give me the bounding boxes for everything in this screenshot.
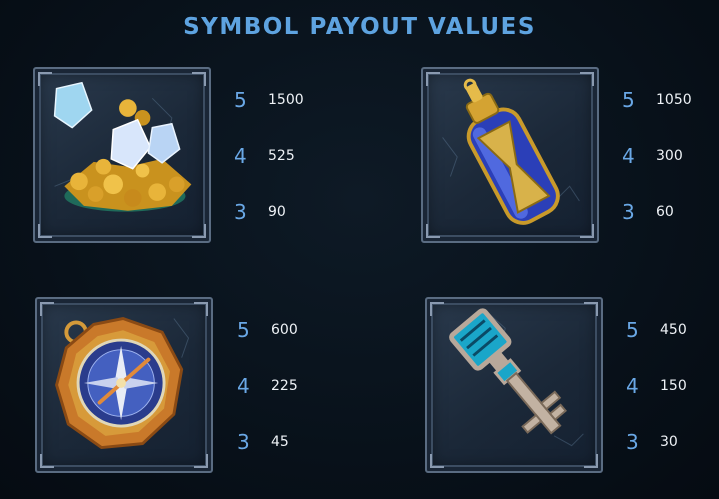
payout-row: 3 30	[626, 430, 716, 454]
symbol-frame-hourglass-bottle	[421, 67, 599, 243]
symbol-frame-gold-crystals	[33, 67, 211, 243]
symbol-count: 4	[626, 374, 639, 398]
compass-icon	[55, 317, 184, 450]
payout-value: 60	[656, 204, 674, 220]
payout-row: 4 225	[237, 374, 327, 398]
payout-row: 5 600	[237, 318, 327, 342]
payout-value: 525	[268, 148, 295, 164]
symbol-frame-compass	[35, 297, 213, 473]
payout-value: 300	[656, 148, 683, 164]
symbol-count: 5	[622, 88, 635, 112]
payout-value: 150	[660, 378, 687, 394]
payout-value: 45	[271, 434, 289, 450]
symbol-count: 5	[234, 88, 247, 112]
payout-row: 3 90	[234, 200, 324, 224]
payout-value: 225	[271, 378, 298, 394]
symbol-count: 4	[237, 374, 250, 398]
payout-row: 4 300	[622, 144, 712, 168]
hourglass-bottle-icon	[463, 78, 560, 225]
payout-row: 3 45	[237, 430, 327, 454]
payout-value: 1050	[656, 92, 692, 108]
symbol-count: 3	[234, 200, 247, 224]
payout-value: 1500	[268, 92, 304, 108]
symbol-count: 4	[234, 144, 247, 168]
payout-value: 90	[268, 204, 286, 220]
symbol-count: 5	[626, 318, 639, 342]
payout-value: 30	[660, 434, 678, 450]
payout-row: 3 60	[622, 200, 712, 224]
symbol-count: 3	[626, 430, 639, 454]
symbol-count: 3	[237, 430, 250, 454]
symbol-count: 5	[237, 318, 250, 342]
payout-row: 4 525	[234, 144, 324, 168]
payout-row: 5 450	[626, 318, 716, 342]
key-icon	[449, 308, 567, 435]
payout-row: 5 1500	[234, 88, 324, 112]
payout-value: 600	[271, 322, 298, 338]
payout-row: 4 150	[626, 374, 716, 398]
payout-value: 450	[660, 322, 687, 338]
symbol-count: 3	[622, 200, 635, 224]
payout-row: 5 1050	[622, 88, 712, 112]
gold-crystals-icon	[53, 81, 192, 212]
page-title: SYMBOL PAYOUT VALUES	[183, 14, 536, 40]
symbol-frame-key	[425, 297, 603, 473]
symbol-count: 4	[622, 144, 635, 168]
